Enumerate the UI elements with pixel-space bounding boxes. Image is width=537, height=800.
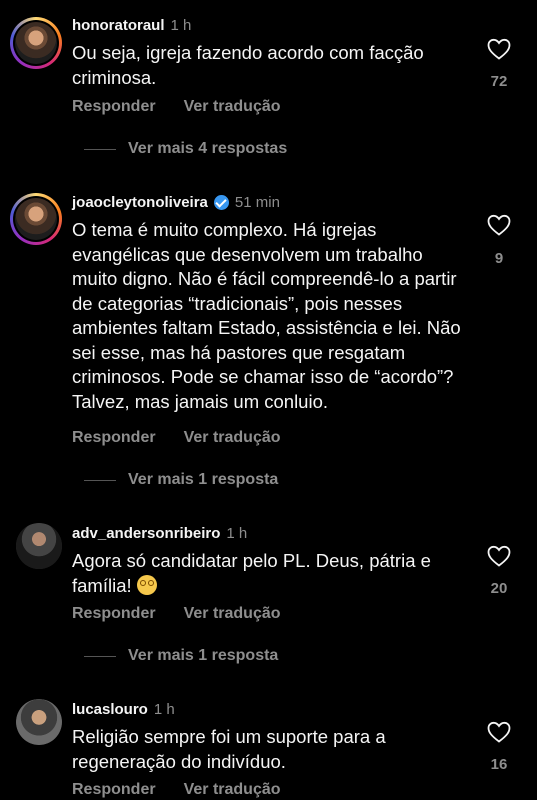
- username[interactable]: adv_andersonribeiro: [72, 525, 220, 542]
- avatar[interactable]: [16, 523, 62, 569]
- heart-icon[interactable]: [487, 214, 511, 236]
- translate-button[interactable]: Ver tradução: [184, 781, 281, 799]
- view-more-replies[interactable]: Ver mais 1 resposta: [84, 471, 278, 489]
- heart-icon[interactable]: [487, 545, 511, 567]
- username[interactable]: lucaslouro: [72, 701, 148, 718]
- reply-button[interactable]: Responder: [72, 98, 156, 116]
- like-count: 72: [490, 73, 508, 90]
- timestamp: 1 h: [226, 525, 248, 542]
- comment-text: Agora só candidatar pelo PL. Deus, pátri…: [72, 550, 431, 596]
- comment-text: Religião sempre foi um suporte para a re…: [72, 726, 386, 772]
- heart-icon[interactable]: [487, 721, 511, 743]
- translate-button[interactable]: Ver tradução: [184, 605, 281, 623]
- reply-button[interactable]: Responder: [72, 605, 156, 623]
- like-count: 20: [490, 580, 508, 597]
- avatar[interactable]: [10, 17, 62, 69]
- like-count: 16: [490, 756, 508, 773]
- comment-text: Ou seja, igreja fazendo acordo com facçã…: [72, 42, 424, 88]
- comment-text: O tema é muito complexo. Há igrejas evan…: [72, 219, 461, 412]
- verified-badge-icon: [213, 195, 229, 210]
- translate-button[interactable]: Ver tradução: [184, 98, 281, 116]
- flushed-face-emoji: [136, 574, 157, 595]
- username[interactable]: joaocleytonoliveira: [72, 194, 208, 211]
- reply-button[interactable]: Responder: [72, 781, 156, 799]
- timestamp: 1 h: [170, 17, 192, 34]
- avatar[interactable]: [16, 699, 62, 745]
- timestamp: 1 h: [153, 701, 175, 718]
- username[interactable]: honoratoraul: [72, 17, 165, 34]
- translate-button[interactable]: Ver tradução: [184, 429, 281, 447]
- reply-button[interactable]: Responder: [72, 429, 156, 447]
- avatar[interactable]: [10, 193, 62, 245]
- view-more-replies[interactable]: Ver mais 1 resposta: [84, 647, 278, 665]
- view-more-replies[interactable]: Ver mais 4 respostas: [84, 140, 287, 158]
- timestamp: 51 min: [234, 194, 280, 211]
- like-count: 9: [494, 250, 504, 267]
- heart-icon[interactable]: [487, 38, 511, 60]
